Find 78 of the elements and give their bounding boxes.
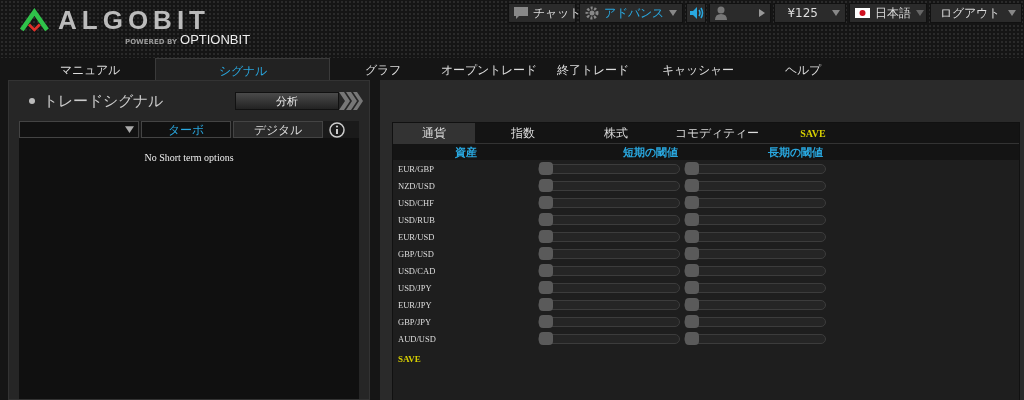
sound-button[interactable] <box>686 3 706 23</box>
slider-thumb[interactable] <box>685 212 699 226</box>
slider-thumb[interactable] <box>685 161 699 175</box>
slider-thumb[interactable] <box>685 246 699 260</box>
asset-label: USD/CHF <box>398 197 435 208</box>
slider-thumb[interactable] <box>685 280 699 294</box>
speaker-icon <box>690 7 704 19</box>
save-link[interactable]: SAVE <box>393 350 426 368</box>
asset-label: GBP/JPY <box>398 316 433 327</box>
slider-thumb[interactable] <box>685 195 699 209</box>
slider-thumb[interactable] <box>539 195 553 209</box>
filter-tab[interactable]: デジタル <box>233 121 323 138</box>
caret-icon <box>1008 10 1016 16</box>
caret-icon <box>669 10 677 16</box>
nav-tab[interactable]: マニュアル <box>25 58 155 80</box>
slider-thumb[interactable] <box>685 178 699 192</box>
slider-thumb[interactable] <box>685 314 699 328</box>
language-dropdown[interactable]: 日本語 <box>849 3 927 23</box>
asset-label: EUR/USD <box>398 231 436 242</box>
asset-label: EUR/JPY <box>398 299 433 310</box>
nav-tab[interactable]: グラフ <box>330 58 435 80</box>
caret-icon <box>916 10 924 16</box>
filter-tab[interactable]: ターボ <box>141 121 231 138</box>
asset-label: AUD/USD <box>398 333 437 344</box>
column-header: 短期の閾値 <box>622 144 679 160</box>
asset-label: NZD/USD <box>398 180 436 191</box>
asset-label: USD/CAD <box>398 265 437 276</box>
column-header: 長期の閾値 <box>767 144 824 160</box>
slider-thumb[interactable] <box>539 161 553 175</box>
slider-thumb[interactable] <box>685 297 699 311</box>
caret-icon <box>832 10 840 16</box>
slider-thumb[interactable] <box>539 331 553 345</box>
slider-thumb[interactable] <box>539 212 553 226</box>
category-tab[interactable]: 指数 <box>478 123 568 143</box>
asset-label: GBP/USD <box>398 248 435 259</box>
user-icon <box>715 6 727 20</box>
slider-thumb[interactable] <box>685 263 699 277</box>
nav-tab[interactable]: オープントレード <box>435 58 540 80</box>
slider-thumb[interactable] <box>539 229 553 243</box>
slider-thumb[interactable] <box>539 263 553 277</box>
empty-message: No Short term options <box>144 152 234 165</box>
category-tab[interactable]: コモディティー <box>664 123 769 143</box>
panel-title: トレードシグナル <box>43 91 164 111</box>
category-tab[interactable]: 通貨 <box>393 123 475 143</box>
asset-label: USD/RUB <box>398 214 436 225</box>
asset-label: EUR/GBP <box>398 163 435 174</box>
bullet-icon <box>29 98 35 104</box>
play-icon <box>759 9 765 17</box>
asset-label: USD/JPY <box>398 282 433 293</box>
analyze-button[interactable]: 分析 <box>235 92 339 110</box>
nav-tab[interactable]: 終了トレード <box>540 58 645 80</box>
category-tab[interactable]: 株式 <box>571 123 661 143</box>
settings-icon <box>585 6 599 20</box>
slider-thumb[interactable] <box>539 246 553 260</box>
slider-thumb[interactable] <box>685 331 699 345</box>
partner-logo-text: OPTIONBIT <box>180 32 251 47</box>
balance-dropdown[interactable]: ¥125 <box>774 3 846 23</box>
slider-thumb[interactable] <box>685 229 699 243</box>
flag-icon <box>855 8 870 18</box>
slider-thumb[interactable] <box>539 280 553 294</box>
slider-thumb[interactable] <box>539 297 553 311</box>
info-icon[interactable] <box>329 121 345 138</box>
chat-icon <box>514 7 528 19</box>
logout-dropdown[interactable]: ログアウト <box>930 3 1022 23</box>
asset-select[interactable] <box>19 121 139 138</box>
column-header: 資産 <box>453 144 478 160</box>
logo-text: ALGOBIT <box>58 6 210 34</box>
mode-dropdown[interactable]: アドバンス <box>579 3 683 23</box>
slider-thumb[interactable] <box>539 314 553 328</box>
nav-tab[interactable]: ヘルプ <box>750 58 855 80</box>
chat-button[interactable]: チャット <box>508 3 576 23</box>
caret-icon <box>125 126 134 133</box>
user-menu-button[interactable] <box>709 3 771 23</box>
nav-tab[interactable]: キャッシャー <box>645 58 750 80</box>
slider-thumb[interactable] <box>539 178 553 192</box>
save-tab[interactable]: SAVE <box>772 123 854 143</box>
chevrons-icon <box>339 92 363 110</box>
nav-tab[interactable]: シグナル <box>155 58 330 80</box>
